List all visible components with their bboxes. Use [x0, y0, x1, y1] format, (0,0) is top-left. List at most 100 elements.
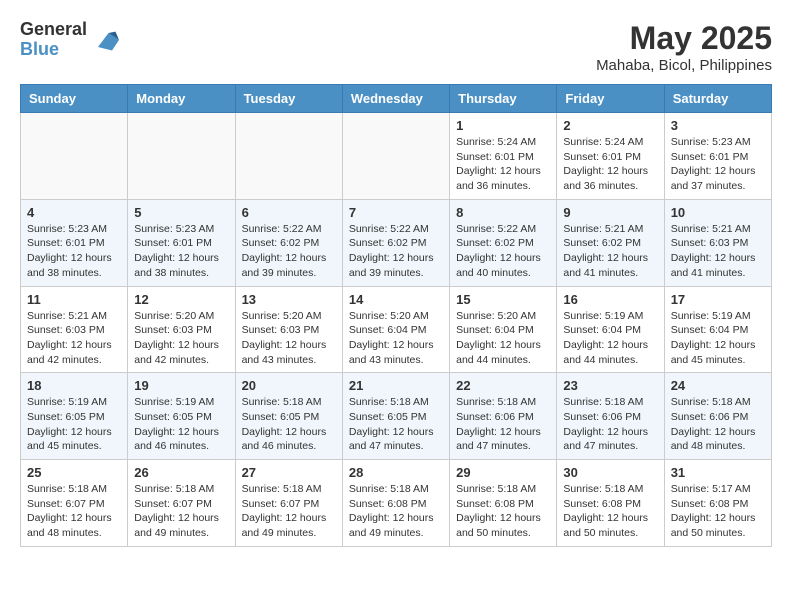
logo-icon — [91, 26, 119, 54]
day-cell-24: 24Sunrise: 5:18 AM Sunset: 6:06 PM Dayli… — [664, 373, 771, 460]
day-info-12: Sunrise: 5:20 AM Sunset: 6:03 PM Dayligh… — [134, 309, 228, 368]
day-number-25: 25 — [27, 465, 121, 480]
month-title: May 2025 — [596, 20, 772, 57]
day-cell-9: 9 Sunrise: 5:21 AM Sunset: 6:02 PM Daylig… — [557, 199, 664, 286]
week-row-1: 1 Sunrise: 5:24 AM Sunset: 6:01 PM Daylig… — [21, 113, 772, 200]
day-info-5: Sunrise: 5:23 AM Sunset: 6:01 PM Dayligh… — [134, 222, 228, 281]
week-row-3: 11 Sunrise: 5:21 AM Sunset: 6:03 PM Dayli… — [21, 286, 772, 373]
day-cell-13: 13 Sunrise: 5:20 AM Sunset: 6:03 PM Dayli… — [235, 286, 342, 373]
day-info-22: Sunrise: 5:18 AM Sunset: 6:06 PM Dayligh… — [456, 395, 550, 454]
day-info-25: Sunrise: 5:18 AM Sunset: 6:07 PM Dayligh… — [27, 482, 121, 541]
location: Mahaba, Bicol, Philippines — [596, 57, 772, 74]
day-number-31: 31 — [671, 465, 765, 480]
day-info-2: Sunrise: 5:24 AM Sunset: 6:01 PM Dayligh… — [563, 135, 657, 194]
day-number-22: 22 — [456, 378, 550, 393]
day-cell-10: 10Sunrise: 5:21 AM Sunset: 6:03 PM Dayli… — [664, 199, 771, 286]
day-number-8: 8 — [456, 205, 550, 220]
day-info-31: Sunrise: 5:17 AM Sunset: 6:08 PM Dayligh… — [671, 482, 765, 541]
day-cell-12: 12 Sunrise: 5:20 AM Sunset: 6:03 PM Dayli… — [128, 286, 235, 373]
day-number-2: 2 — [563, 118, 657, 133]
logo-blue-text: Blue — [20, 40, 87, 60]
day-info-9: Sunrise: 5:21 AM Sunset: 6:02 PM Dayligh… — [563, 222, 657, 281]
day-cell-4: 4 Sunrise: 5:23 AM Sunset: 6:01 PM Daylig… — [21, 199, 128, 286]
day-cell-3: 3Sunrise: 5:23 AM Sunset: 6:01 PM Daylig… — [664, 113, 771, 200]
week-row-5: 25 Sunrise: 5:18 AM Sunset: 6:07 PM Dayli… — [21, 460, 772, 547]
day-number-18: 18 — [27, 378, 121, 393]
day-info-16: Sunrise: 5:19 AM Sunset: 6:04 PM Dayligh… — [563, 309, 657, 368]
day-info-1: Sunrise: 5:24 AM Sunset: 6:01 PM Dayligh… — [456, 135, 550, 194]
empty-cell — [128, 113, 235, 200]
day-cell-6: 6 Sunrise: 5:22 AM Sunset: 6:02 PM Daylig… — [235, 199, 342, 286]
day-info-10: Sunrise: 5:21 AM Sunset: 6:03 PM Dayligh… — [671, 222, 765, 281]
day-cell-31: 31 Sunrise: 5:17 AM Sunset: 6:08 PM Dayli… — [664, 460, 771, 547]
day-cell-29: 29 Sunrise: 5:18 AM Sunset: 6:08 PM Dayli… — [450, 460, 557, 547]
day-number-1: 1 — [456, 118, 550, 133]
title-area: May 2025 Mahaba, Bicol, Philippines — [596, 20, 772, 74]
day-info-21: Sunrise: 5:18 AM Sunset: 6:05 PM Dayligh… — [349, 395, 443, 454]
weekday-header-friday: Friday — [557, 85, 664, 113]
day-cell-30: 30 Sunrise: 5:18 AM Sunset: 6:08 PM Dayli… — [557, 460, 664, 547]
day-number-4: 4 — [27, 205, 121, 220]
day-number-29: 29 — [456, 465, 550, 480]
week-row-4: 18 Sunrise: 5:19 AM Sunset: 6:05 PM Dayli… — [21, 373, 772, 460]
weekday-header-row: SundayMondayTuesdayWednesdayThursdayFrid… — [21, 85, 772, 113]
day-number-9: 9 — [563, 205, 657, 220]
day-info-8: Sunrise: 5:22 AM Sunset: 6:02 PM Dayligh… — [456, 222, 550, 281]
day-cell-2: 2 Sunrise: 5:24 AM Sunset: 6:01 PM Daylig… — [557, 113, 664, 200]
day-number-19: 19 — [134, 378, 228, 393]
day-number-15: 15 — [456, 292, 550, 307]
day-info-11: Sunrise: 5:21 AM Sunset: 6:03 PM Dayligh… — [27, 309, 121, 368]
day-info-20: Sunrise: 5:18 AM Sunset: 6:05 PM Dayligh… — [242, 395, 336, 454]
day-number-17: 17 — [671, 292, 765, 307]
day-number-30: 30 — [563, 465, 657, 480]
weekday-header-monday: Monday — [128, 85, 235, 113]
day-cell-8: 8 Sunrise: 5:22 AM Sunset: 6:02 PM Daylig… — [450, 199, 557, 286]
day-info-13: Sunrise: 5:20 AM Sunset: 6:03 PM Dayligh… — [242, 309, 336, 368]
day-info-17: Sunrise: 5:19 AM Sunset: 6:04 PM Dayligh… — [671, 309, 765, 368]
day-info-29: Sunrise: 5:18 AM Sunset: 6:08 PM Dayligh… — [456, 482, 550, 541]
day-info-14: Sunrise: 5:20 AM Sunset: 6:04 PM Dayligh… — [349, 309, 443, 368]
day-cell-5: 5Sunrise: 5:23 AM Sunset: 6:01 PM Daylig… — [128, 199, 235, 286]
calendar-table: SundayMondayTuesdayWednesdayThursdayFrid… — [20, 84, 772, 547]
day-number-16: 16 — [563, 292, 657, 307]
day-number-23: 23 — [563, 378, 657, 393]
day-number-28: 28 — [349, 465, 443, 480]
empty-cell — [342, 113, 449, 200]
day-number-7: 7 — [349, 205, 443, 220]
weekday-header-saturday: Saturday — [664, 85, 771, 113]
day-number-11: 11 — [27, 292, 121, 307]
day-number-27: 27 — [242, 465, 336, 480]
day-cell-14: 14 Sunrise: 5:20 AM Sunset: 6:04 PM Dayli… — [342, 286, 449, 373]
day-info-30: Sunrise: 5:18 AM Sunset: 6:08 PM Dayligh… — [563, 482, 657, 541]
day-cell-28: 28 Sunrise: 5:18 AM Sunset: 6:08 PM Dayli… — [342, 460, 449, 547]
day-info-4: Sunrise: 5:23 AM Sunset: 6:01 PM Dayligh… — [27, 222, 121, 281]
day-cell-19: 19 Sunrise: 5:19 AM Sunset: 6:05 PM Dayli… — [128, 373, 235, 460]
day-info-24: Sunrise: 5:18 AM Sunset: 6:06 PM Dayligh… — [671, 395, 765, 454]
day-number-13: 13 — [242, 292, 336, 307]
day-number-6: 6 — [242, 205, 336, 220]
day-info-3: Sunrise: 5:23 AM Sunset: 6:01 PM Dayligh… — [671, 135, 765, 194]
day-cell-27: 27 Sunrise: 5:18 AM Sunset: 6:07 PM Dayli… — [235, 460, 342, 547]
weekday-header-thursday: Thursday — [450, 85, 557, 113]
empty-cell — [21, 113, 128, 200]
day-info-19: Sunrise: 5:19 AM Sunset: 6:05 PM Dayligh… — [134, 395, 228, 454]
day-info-28: Sunrise: 5:18 AM Sunset: 6:08 PM Dayligh… — [349, 482, 443, 541]
day-number-12: 12 — [134, 292, 228, 307]
weekday-header-tuesday: Tuesday — [235, 85, 342, 113]
day-info-6: Sunrise: 5:22 AM Sunset: 6:02 PM Dayligh… — [242, 222, 336, 281]
weekday-header-wednesday: Wednesday — [342, 85, 449, 113]
day-info-27: Sunrise: 5:18 AM Sunset: 6:07 PM Dayligh… — [242, 482, 336, 541]
day-info-15: Sunrise: 5:20 AM Sunset: 6:04 PM Dayligh… — [456, 309, 550, 368]
day-cell-16: 16 Sunrise: 5:19 AM Sunset: 6:04 PM Dayli… — [557, 286, 664, 373]
day-number-26: 26 — [134, 465, 228, 480]
day-cell-15: 15 Sunrise: 5:20 AM Sunset: 6:04 PM Dayli… — [450, 286, 557, 373]
day-cell-18: 18 Sunrise: 5:19 AM Sunset: 6:05 PM Dayli… — [21, 373, 128, 460]
weekday-header-sunday: Sunday — [21, 85, 128, 113]
day-cell-1: 1 Sunrise: 5:24 AM Sunset: 6:01 PM Daylig… — [450, 113, 557, 200]
logo: General Blue — [20, 20, 119, 60]
day-cell-20: 20Sunrise: 5:18 AM Sunset: 6:05 PM Dayli… — [235, 373, 342, 460]
week-row-2: 4 Sunrise: 5:23 AM Sunset: 6:01 PM Daylig… — [21, 199, 772, 286]
day-cell-11: 11 Sunrise: 5:21 AM Sunset: 6:03 PM Dayli… — [21, 286, 128, 373]
day-number-14: 14 — [349, 292, 443, 307]
day-info-18: Sunrise: 5:19 AM Sunset: 6:05 PM Dayligh… — [27, 395, 121, 454]
